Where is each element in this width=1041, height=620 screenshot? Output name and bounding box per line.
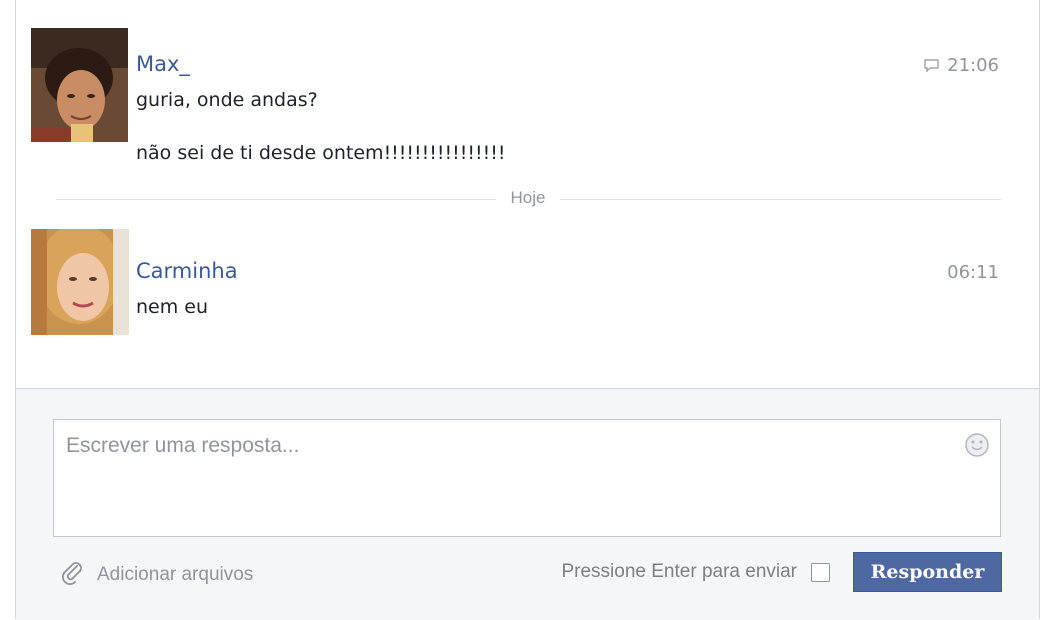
enter-to-send-label: Pressione Enter para enviar bbox=[561, 561, 797, 582]
reply-box[interactable] bbox=[53, 419, 1001, 537]
add-files-label: Adicionar arquivos bbox=[97, 564, 254, 585]
avatar-carminha[interactable] bbox=[31, 229, 129, 335]
author-name[interactable]: Carminha bbox=[136, 259, 238, 283]
message-time: 06:11 bbox=[947, 262, 999, 283]
reply-button[interactable]: Responder bbox=[853, 552, 1002, 592]
paperclip-icon bbox=[59, 559, 97, 591]
add-files-link[interactable]: Adicionar arquivos bbox=[59, 559, 253, 591]
time-text: 06:11 bbox=[947, 262, 999, 283]
message-time: 21:06 bbox=[924, 55, 999, 76]
message-line: não sei de ti desde ontem!!!!!!!!!!!!!!!… bbox=[136, 142, 506, 164]
date-divider-label: Hoje bbox=[496, 188, 560, 208]
conversation-panel: Max_ 21:06 guria, onde andas? não sei de… bbox=[15, 0, 1040, 620]
avatar-max[interactable] bbox=[31, 28, 128, 142]
speech-bubble-icon[interactable] bbox=[924, 56, 939, 73]
message-line: guria, onde andas? bbox=[136, 89, 318, 111]
author-name[interactable]: Max_ bbox=[136, 52, 190, 76]
message-line: nem eu bbox=[136, 296, 209, 318]
time-text: 21:06 bbox=[947, 55, 999, 76]
reply-input[interactable] bbox=[64, 432, 948, 526]
enter-to-send-checkbox[interactable] bbox=[811, 563, 830, 582]
smiley-icon[interactable] bbox=[964, 432, 990, 458]
reply-composer: Adicionar arquivos Pressione Enter para … bbox=[16, 388, 1039, 620]
